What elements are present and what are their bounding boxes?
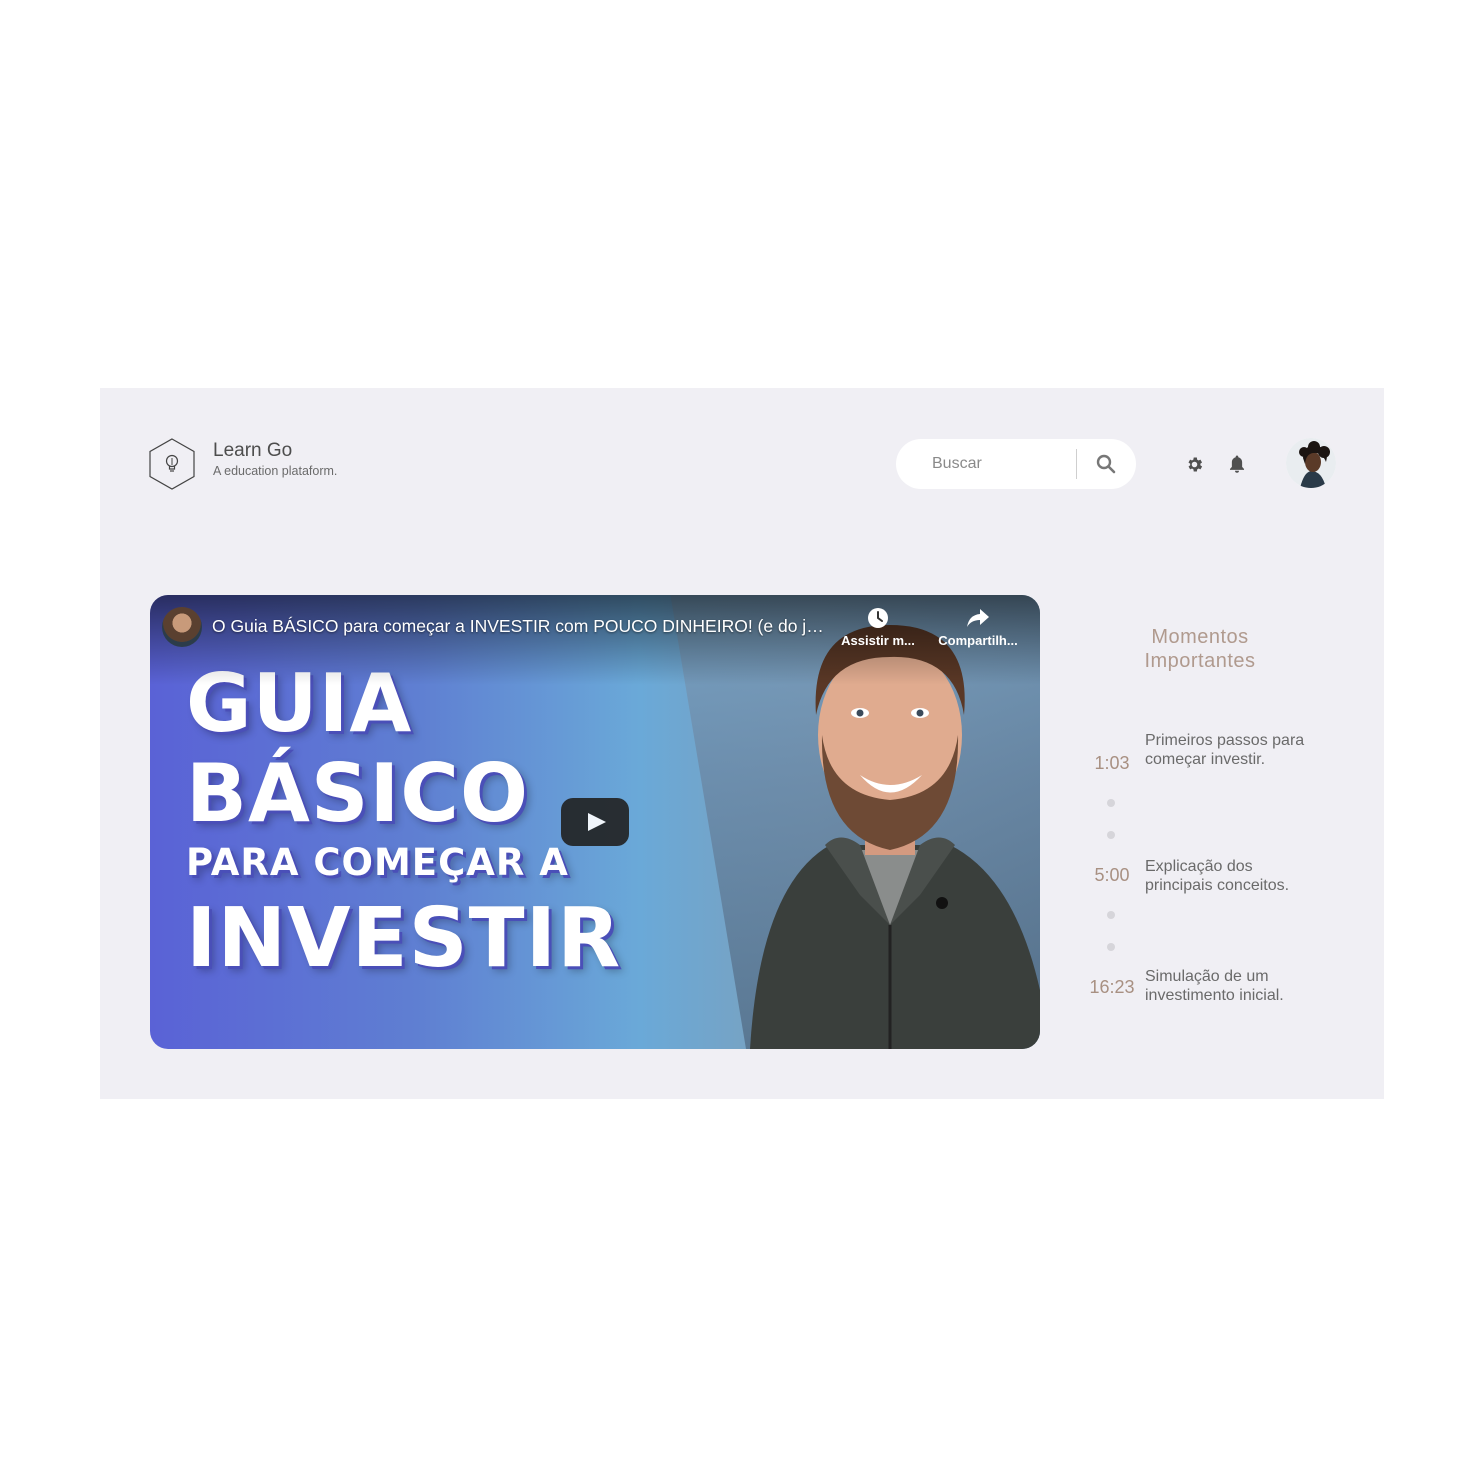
video-player[interactable]: GUIA BÁSICO PARA COMEÇAR A INVESTIR O Gu…	[150, 595, 1040, 1049]
moment-text-1: Primeiros passos para começar investir.	[1145, 732, 1305, 768]
user-photo	[1286, 438, 1336, 488]
moments-title-line1: Momentos	[1151, 626, 1249, 648]
search-divider	[1076, 449, 1077, 479]
search-input[interactable]	[932, 439, 1070, 489]
moment-time-3[interactable]: 16:23	[1082, 977, 1142, 998]
share-icon	[967, 609, 989, 627]
moment-time-2[interactable]: 5:00	[1082, 865, 1142, 886]
gear-icon[interactable]	[1185, 455, 1204, 474]
avatar[interactable]	[1286, 438, 1336, 488]
share-button[interactable]: Compartilh...	[933, 607, 1023, 648]
app-container: Learn Go A education plataform. Buscar G…	[100, 388, 1384, 1099]
timeline-dot	[1107, 831, 1115, 839]
play-button[interactable]	[561, 798, 629, 846]
thumbnail-text-line4: INVESTIR	[186, 891, 622, 986]
bell-icon[interactable]	[1228, 454, 1246, 474]
thumbnail-text-line2: BÁSICO	[186, 747, 529, 840]
moment-time-1[interactable]: 1:03	[1082, 753, 1142, 774]
thumbnail-text-line3: PARA COMEÇAR A	[186, 841, 569, 884]
search-bar	[896, 439, 1136, 489]
moment-text-2: Explicação dos principais conceitos.	[1145, 858, 1290, 894]
moment-text-3: Simulação de um investimento inicial.	[1145, 968, 1284, 1004]
brand-subtitle: A education plataform.	[213, 464, 338, 478]
video-title[interactable]: O Guia BÁSICO para começar a INVESTIR co…	[212, 616, 832, 637]
timeline-dot	[1107, 943, 1115, 951]
moments-title-line2: Importantes	[1144, 650, 1256, 672]
channel-avatar[interactable]	[162, 607, 202, 647]
share-label: Compartilh...	[938, 633, 1018, 648]
timeline-dot	[1107, 911, 1115, 919]
search-icon[interactable]	[1096, 454, 1116, 474]
clock-icon	[868, 608, 888, 628]
watch-later-label: Assistir m...	[841, 633, 915, 648]
moments-title: Momentos Importantes	[1100, 625, 1300, 673]
watch-later-button[interactable]: Assistir m...	[833, 607, 923, 648]
brand-title: Learn Go	[213, 440, 293, 461]
lightbulb-icon	[149, 438, 195, 490]
timeline-dot	[1107, 799, 1115, 807]
